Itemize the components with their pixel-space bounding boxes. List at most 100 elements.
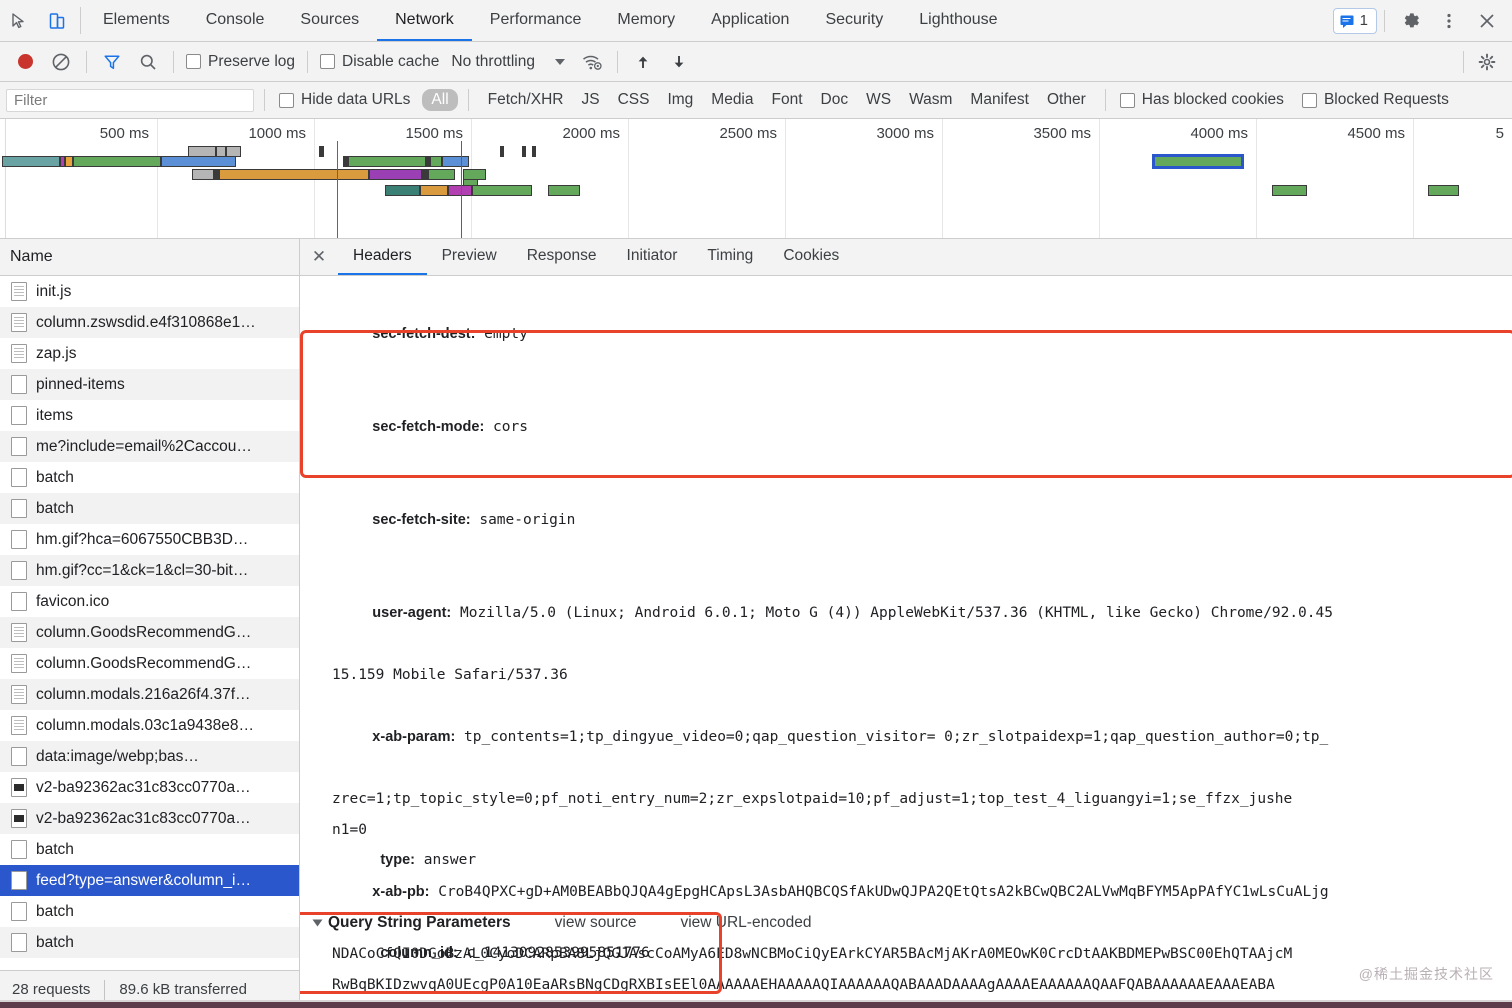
network-settings-gear-icon[interactable] xyxy=(1470,48,1504,76)
request-row-batch-2[interactable]: batch xyxy=(0,493,299,524)
disable-cache-checkbox[interactable]: Disable cache xyxy=(316,53,443,71)
tab-cookies[interactable]: Cookies xyxy=(768,239,854,275)
record-stop-icon[interactable] xyxy=(8,48,42,76)
request-row-batch-1[interactable]: batch xyxy=(0,462,299,493)
network-conditions-icon[interactable] xyxy=(575,48,609,76)
tab-timing[interactable]: Timing xyxy=(692,239,768,275)
column-header-name: Name xyxy=(10,248,53,265)
close-icon[interactable] xyxy=(1468,11,1506,31)
kebab-menu-icon[interactable] xyxy=(1430,11,1468,31)
request-row-feed-selected[interactable]: feed?type=answer&column_i… xyxy=(0,865,299,896)
request-row-me-include[interactable]: me?include=email%2Caccou… xyxy=(0,431,299,462)
filter-chip-other[interactable]: Other xyxy=(1038,89,1095,111)
filter-chip-img[interactable]: Img xyxy=(658,89,702,111)
checkbox-box xyxy=(1119,92,1135,108)
filter-chip-doc[interactable]: Doc xyxy=(812,89,858,111)
request-row-hm-gif-hca[interactable]: hm.gif?hca=6067550CBB3D… xyxy=(0,524,299,555)
tab-application[interactable]: Application xyxy=(693,0,807,41)
has-blocked-cookies-checkbox[interactable]: Has blocked cookies xyxy=(1116,91,1288,109)
overview-bar xyxy=(532,146,536,157)
request-row-goods-recommend-2[interactable]: column.GoodsRecommendG… xyxy=(0,648,299,679)
tab-headers[interactable]: Headers xyxy=(338,239,427,275)
view-url-encoded-link[interactable]: view URL-encoded xyxy=(680,914,811,932)
tab-sources[interactable]: Sources xyxy=(282,0,377,41)
filter-chip-all[interactable]: All xyxy=(422,89,458,111)
overview-bar xyxy=(226,146,241,157)
request-row-pinned-items[interactable]: pinned-items xyxy=(0,369,299,400)
filter-chip-font[interactable]: Font xyxy=(763,89,812,111)
request-row-batch-4[interactable]: batch xyxy=(0,896,299,927)
filter-chip-fetch-xhr[interactable]: Fetch/XHR xyxy=(479,89,573,111)
throttling-value: No throttling xyxy=(451,52,535,70)
preserve-log-checkbox[interactable]: Preserve log xyxy=(182,53,299,71)
header-value: empty xyxy=(475,326,528,342)
tab-network[interactable]: Network xyxy=(377,0,472,41)
tab-security[interactable]: Security xyxy=(807,0,901,41)
request-name: zap.js xyxy=(36,344,77,362)
request-row-items[interactable]: items xyxy=(0,400,299,431)
checkbox-box xyxy=(1301,92,1317,108)
filter-chip-css[interactable]: CSS xyxy=(609,89,659,111)
tab-lighthouse[interactable]: Lighthouse xyxy=(901,0,1015,41)
request-row-zap-js[interactable]: zap.js xyxy=(0,338,299,369)
request-row-modals-216a26f4[interactable]: column.modals.216a26f4.37f… xyxy=(0,679,299,710)
filter-chip-media[interactable]: Media xyxy=(702,89,762,111)
request-row-modals-03c1a943[interactable]: column.modals.03c1a9438e8… xyxy=(0,710,299,741)
throttling-select[interactable]: No throttling xyxy=(445,53,565,71)
request-row-v2-image-1[interactable]: v2-ba92362ac31c83cc0770a… xyxy=(0,772,299,803)
tab-elements[interactable]: Elements xyxy=(85,0,188,41)
overview-bar xyxy=(1428,185,1459,196)
generic-file-icon xyxy=(11,933,27,952)
tab-console[interactable]: Console xyxy=(188,0,283,41)
import-har-icon[interactable] xyxy=(626,48,660,76)
inspect-element-icon[interactable] xyxy=(0,0,38,41)
request-row-goods-recommend-1[interactable]: column.GoodsRecommendG… xyxy=(0,617,299,648)
hide-data-urls-checkbox[interactable]: Hide data URLs xyxy=(275,91,414,109)
request-row-v2-image-2[interactable]: v2-ba92362ac31c83cc0770a… xyxy=(0,803,299,834)
chevron-down-icon xyxy=(554,58,565,65)
blocked-requests-checkbox[interactable]: Blocked Requests xyxy=(1298,91,1453,109)
search-magnifier-icon[interactable] xyxy=(131,48,165,76)
device-toolbar-icon[interactable] xyxy=(38,0,76,41)
overview-tick-1500: 1500 ms xyxy=(405,125,463,142)
request-name: me?include=email%2Caccou… xyxy=(36,437,252,455)
filter-chip-manifest[interactable]: Manifest xyxy=(961,89,1038,111)
request-name: batch xyxy=(36,902,74,920)
clear-no-entry-icon[interactable] xyxy=(44,48,78,76)
request-row-batch-3[interactable]: batch xyxy=(0,834,299,865)
devtools-tab-bar: Elements Console Sources Network Perform… xyxy=(0,0,1512,42)
tab-preview[interactable]: Preview xyxy=(427,239,512,275)
request-row-column-zswsdid[interactable]: column.zswsdid.e4f310868e1… xyxy=(0,307,299,338)
funnel-filter-icon[interactable] xyxy=(95,48,129,76)
console-messages-badge[interactable]: 1 xyxy=(1332,7,1377,34)
tab-initiator[interactable]: Initiator xyxy=(612,239,693,275)
close-icon[interactable]: ✕ xyxy=(300,239,338,275)
topbar-actions: 1 xyxy=(1332,0,1512,41)
tab-memory[interactable]: Memory xyxy=(599,0,693,41)
request-row-favicon[interactable]: favicon.ico xyxy=(0,586,299,617)
filter-chip-wasm[interactable]: Wasm xyxy=(900,89,961,111)
hide-data-urls-label: Hide data URLs xyxy=(301,91,411,108)
header-key: sec-fetch-site: xyxy=(372,512,471,528)
request-row-hm-gif-cc[interactable]: hm.gif?cc=1&ck=1&cl=30-bit… xyxy=(0,555,299,586)
request-row-batch-5[interactable]: batch xyxy=(0,927,299,958)
tab-performance[interactable]: Performance xyxy=(472,0,600,41)
request-detail-panel: ✕ Headers Preview Response Initiator Tim… xyxy=(300,239,1512,1008)
request-list[interactable]: init.js column.zswsdid.e4f310868e1… zap.… xyxy=(0,276,299,970)
gear-icon[interactable] xyxy=(1392,11,1430,31)
tab-response[interactable]: Response xyxy=(512,239,612,275)
filter-input[interactable] xyxy=(6,88,254,112)
request-row-data-image-webp[interactable]: data:image/webp;bas… xyxy=(0,741,299,772)
page-background-strip xyxy=(0,1002,1512,1008)
toolbar-divider xyxy=(80,7,81,34)
overview-bar-selected xyxy=(1152,154,1244,169)
network-control-bar: Preserve log Disable cache No throttling xyxy=(0,42,1512,82)
filter-chip-js[interactable]: JS xyxy=(572,89,608,111)
request-name: init.js xyxy=(36,282,72,300)
request-row-init-js[interactable]: init.js xyxy=(0,276,299,307)
network-overview-timeline[interactable]: 500 ms 1000 ms 1500 ms 2000 ms 2500 ms 3… xyxy=(0,119,1512,239)
export-har-icon[interactable] xyxy=(662,48,696,76)
filter-chip-ws[interactable]: WS xyxy=(857,89,900,111)
load-event-marker xyxy=(461,141,462,238)
script-file-icon xyxy=(11,623,27,642)
